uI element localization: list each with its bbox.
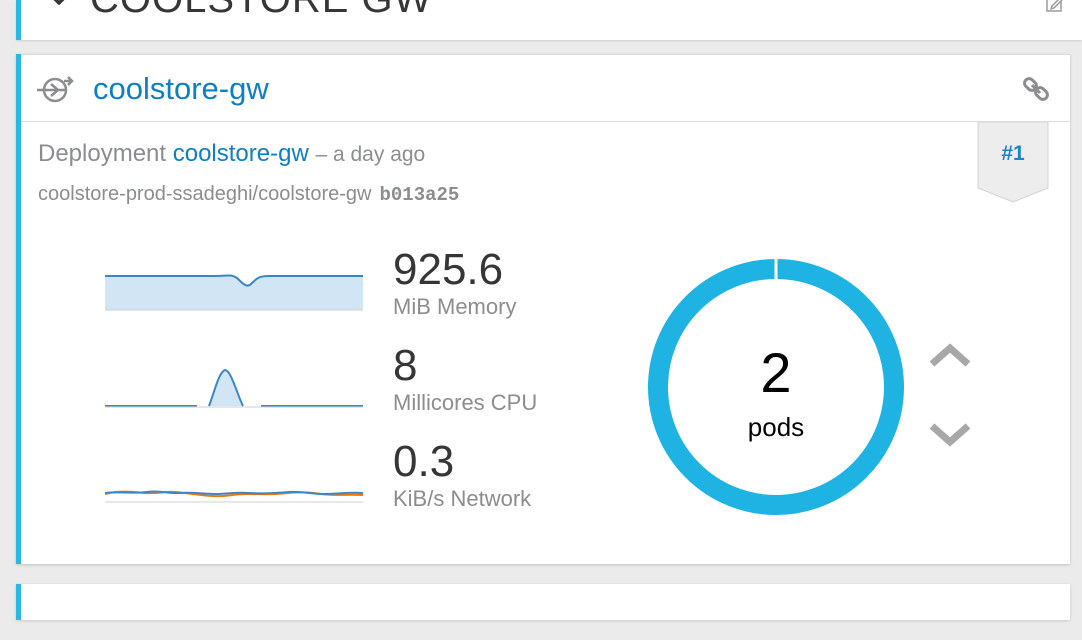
next-deployment-card <box>16 584 1070 620</box>
memory-value: 925.6 <box>393 245 504 294</box>
pods-label: pods <box>747 412 805 442</box>
revision-badge[interactable]: #1 <box>977 122 1049 204</box>
cpu-value: 8 <box>393 341 418 390</box>
service-route-icon <box>37 76 74 103</box>
commit-hash: b013a25 <box>379 184 460 206</box>
revision-number: #1 <box>1001 142 1025 165</box>
scale-down-button[interactable] <box>926 420 974 450</box>
deployment-info: Deployment coolstore-gw – a day ago <box>38 138 425 171</box>
edit-icon[interactable] <box>1046 0 1064 12</box>
chevron-down-icon <box>929 423 971 447</box>
cpu-metric: 8 Millicores CPU <box>101 340 561 420</box>
image-info: coolstore-prod-ssadeghi/coolstore-gw b013… <box>38 180 459 209</box>
network-value: 0.3 <box>393 437 455 486</box>
cpu-sparkline <box>105 368 363 408</box>
cpu-unit: Millicores CPU <box>393 390 538 415</box>
network-metric: 0.3 KiB/s Network <box>101 436 561 516</box>
network-unit: KiB/s Network <box>393 486 532 511</box>
deployment-card: coolstore-gw Deployment coolstore-gw – a… <box>16 54 1070 564</box>
scale-up-button[interactable] <box>926 340 974 370</box>
link-icon[interactable] <box>1022 75 1050 103</box>
service-header: coolstore-gw <box>21 54 1070 122</box>
pod-donut-chart[interactable]: 2 pods <box>646 257 906 517</box>
memory-unit: MiB Memory <box>393 294 517 319</box>
pods-count: 2 <box>760 341 792 404</box>
memory-sparkline <box>105 274 363 311</box>
service-name-link[interactable]: coolstore-gw <box>93 70 269 108</box>
memory-metric: 925.6 MiB Memory <box>101 244 561 324</box>
chevron-up-icon <box>929 343 971 367</box>
deployment-time-ago: – a day ago <box>315 143 426 166</box>
deployment-name-link[interactable]: coolstore-gw <box>173 140 309 167</box>
image-name: coolstore-prod-ssadeghi/coolstore-gw <box>38 183 372 205</box>
deployment-label: Deployment <box>38 140 167 167</box>
app-title[interactable]: COOLSTORE GW <box>90 0 432 19</box>
network-sparkline <box>104 490 364 503</box>
app-header: COOLSTORE GW <box>16 0 1082 40</box>
chevron-down-icon[interactable] <box>47 0 71 10</box>
